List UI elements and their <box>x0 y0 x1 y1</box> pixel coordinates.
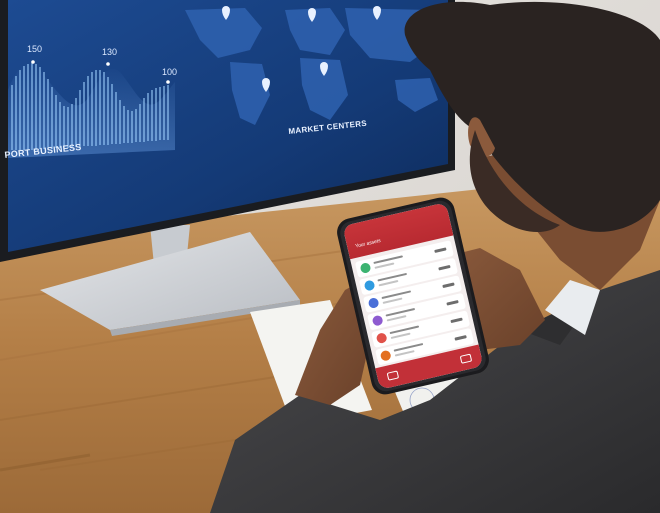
chart-peak-label-1: 150 <box>27 44 43 54</box>
asset-avatar-icon <box>359 261 372 274</box>
asset-value-line <box>434 247 447 253</box>
scene-illustration <box>0 0 660 513</box>
chart-peak-label-2: 130 <box>102 47 118 57</box>
asset-sub-line <box>378 279 399 287</box>
asset-avatar-icon <box>367 297 380 310</box>
asset-avatar-icon <box>371 314 384 327</box>
asset-value-line <box>454 335 467 341</box>
asset-value-line <box>442 282 455 289</box>
phone-header-title: Your assets <box>354 237 382 250</box>
camera-icon <box>459 353 473 364</box>
photo-scene: 150 130 100 PORT BUSINESS MARKET CENTERS… <box>0 0 660 513</box>
asset-avatar-icon <box>363 279 376 292</box>
asset-sub-line <box>386 315 407 322</box>
asset-sub-line <box>390 332 411 340</box>
chart-peak-label-3: 100 <box>162 67 178 77</box>
asset-sub-line <box>394 350 415 357</box>
asset-sub-line <box>382 297 403 304</box>
card-icon <box>386 370 400 381</box>
asset-value-line <box>438 264 451 271</box>
asset-value-line <box>446 299 459 306</box>
asset-value-line <box>450 317 463 324</box>
asset-avatar-icon <box>379 349 392 362</box>
asset-sub-line <box>374 262 395 269</box>
asset-avatar-icon <box>375 332 388 345</box>
